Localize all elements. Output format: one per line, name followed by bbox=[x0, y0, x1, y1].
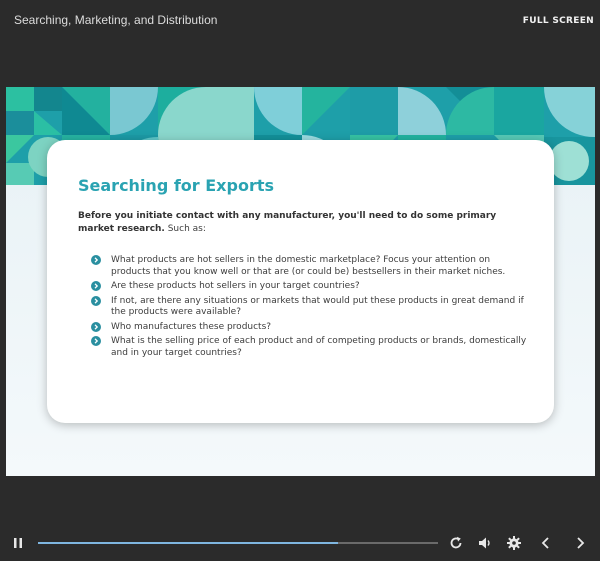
chevron-right-circle-icon bbox=[91, 321, 101, 332]
list-item: Who manufactures these products? bbox=[91, 321, 531, 334]
research-questions-list: What products are hot sellers in the dom… bbox=[91, 255, 531, 362]
slide-title: Searching for Exports bbox=[78, 176, 275, 195]
seek-bar[interactable] bbox=[38, 542, 438, 544]
content-card: Searching for Exports Before you initiat… bbox=[47, 140, 554, 423]
top-bar: Searching, Marketing, and Distribution F… bbox=[0, 0, 600, 42]
chevron-right-circle-icon bbox=[91, 281, 101, 291]
list-item: What is the selling price of each produc… bbox=[91, 336, 531, 359]
list-item-text: Who manufactures these products? bbox=[111, 321, 272, 332]
next-icon[interactable] bbox=[572, 535, 588, 551]
chevron-right-circle-icon bbox=[91, 336, 101, 346]
list-item-text: Are these products hot sellers in your t… bbox=[111, 281, 360, 291]
course-title: Searching, Marketing, and Distribution bbox=[14, 13, 218, 27]
volume-icon[interactable] bbox=[477, 535, 493, 551]
slide-intro: Before you initiate contact with any man… bbox=[78, 210, 528, 236]
list-item: What products are hot sellers in the dom… bbox=[91, 255, 531, 278]
seek-bar-progress bbox=[38, 542, 338, 544]
player-controls bbox=[0, 528, 600, 558]
slide-canvas: Searching for Exports Before you initiat… bbox=[6, 87, 595, 476]
intro-bold-text: Before you initiate contact with any man… bbox=[78, 211, 497, 234]
list-item-text: What products are hot sellers in the dom… bbox=[111, 255, 506, 277]
pause-icon[interactable] bbox=[10, 535, 26, 551]
replay-icon[interactable] bbox=[448, 535, 464, 551]
list-item: Are these products hot sellers in your t… bbox=[91, 281, 531, 293]
settings-icon[interactable] bbox=[506, 535, 522, 551]
previous-icon[interactable] bbox=[538, 535, 554, 551]
intro-text: Such as: bbox=[164, 224, 206, 234]
list-item-text: What is the selling price of each produc… bbox=[111, 336, 527, 358]
full-screen-button[interactable]: FULL SCREEN bbox=[523, 16, 594, 26]
chevron-right-circle-icon bbox=[91, 255, 101, 265]
list-item-text: If not, are there any situations or mark… bbox=[111, 295, 524, 318]
chevron-right-circle-icon bbox=[91, 295, 101, 306]
list-item: If not, are there any situations or mark… bbox=[91, 295, 531, 319]
